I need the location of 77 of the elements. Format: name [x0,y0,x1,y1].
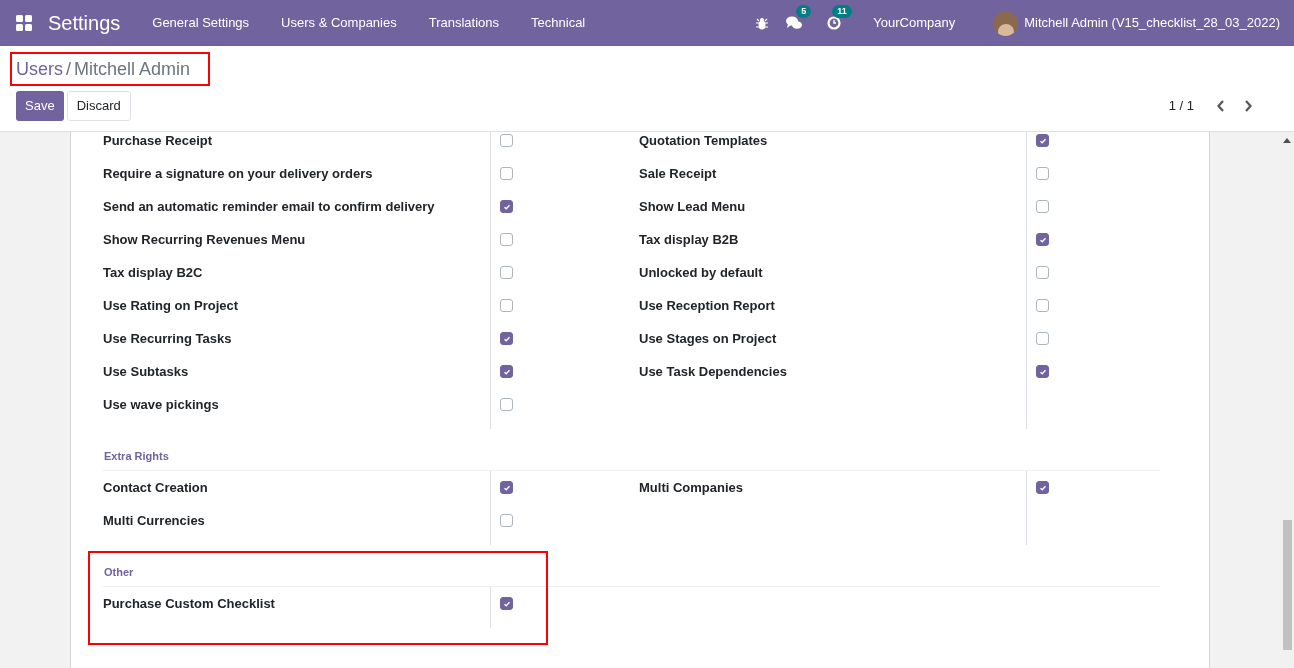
field-label: Purchase Custom Checklist [103,594,275,613]
checkbox[interactable] [1036,266,1049,279]
app-title[interactable]: Settings [48,8,121,38]
checkbox[interactable] [500,365,513,378]
checkmark-icon [502,202,511,211]
checkbox[interactable] [500,398,513,411]
checkbox[interactable] [500,266,513,279]
field-label: Tax display B2B [639,230,739,249]
discard-button[interactable]: Discard [66,91,131,121]
field-label: Use Recurring Tasks [103,329,232,348]
field-label: Send an automatic reminder email to confirm delivery [103,197,435,216]
field-label: Contact Creation [103,478,208,497]
previous-icon[interactable] [1216,99,1226,113]
clock-icon[interactable] [827,16,842,30]
checkmark-icon [1038,136,1047,145]
field-label: Unlocked by default [639,263,763,282]
pager-value: 1 / 1 [1168,97,1194,116]
bug-icon[interactable] [756,16,769,30]
checkmark-icon [1038,367,1047,376]
checkmark-icon [502,599,511,608]
checkbox[interactable] [500,514,513,527]
menu-item[interactable]: Translations [412,13,516,33]
field-label: Show Recurring Revenues Menu [103,230,306,249]
checkbox[interactable] [1036,365,1049,378]
user-avatar[interactable] [993,10,1019,36]
field-label: Show Lead Menu [639,197,746,216]
checkbox[interactable] [500,134,513,147]
checkbox[interactable] [1036,200,1049,213]
activity-count-badge: 11 [832,5,852,18]
checkmark-icon [502,367,511,376]
checkbox[interactable] [1036,233,1049,246]
breadcrumb-link[interactable]: Users [16,55,63,83]
section-title: Other [104,566,134,578]
checkbox[interactable] [500,481,513,494]
field-label: Use wave pickings [103,395,219,414]
chat-icon[interactable] [786,16,803,30]
checkbox[interactable] [500,299,513,312]
field-label: Use Reception Report [639,296,775,315]
field-label: Purchase Receipt [103,132,213,150]
checkbox[interactable] [1036,481,1049,494]
field-label: Use Task Dependencies [639,362,787,381]
field-label: Use Subtasks [103,362,189,381]
menu-item[interactable]: Users & Companies [265,13,413,33]
field-label: Multi Companies [639,478,743,497]
checkmark-icon [1038,235,1047,244]
checkbox[interactable] [1036,167,1049,180]
menu-item[interactable]: General Settings [136,13,266,33]
apps-menu-icon[interactable] [16,15,32,31]
checkbox[interactable] [1036,134,1049,147]
field-label: Sale Receipt [639,164,717,183]
checkbox[interactable] [1036,299,1049,312]
field-label: Tax display B2C [103,263,203,282]
checkbox[interactable] [500,167,513,180]
checkmark-icon [502,334,511,343]
checkmark-icon [502,483,511,492]
menu-item[interactable]: Technical [515,13,602,33]
checkbox[interactable] [500,597,513,610]
checkbox[interactable] [1036,332,1049,345]
checkmark-icon [1038,483,1047,492]
save-button[interactable]: Save [16,91,64,121]
checkbox[interactable] [500,332,513,345]
scroll-up-icon[interactable] [1283,138,1291,143]
section-title: Extra Rights [104,450,169,462]
field-label: Use Rating on Project [103,296,239,315]
field-label: Require a signature on your delivery orders [103,164,373,183]
next-icon[interactable] [1243,99,1253,113]
checkbox[interactable] [500,233,513,246]
field-label: Use Stages on Project [639,329,777,348]
checkbox[interactable] [500,200,513,213]
field-label: Multi Currencies [103,511,205,530]
user-menu[interactable]: Mitchell Admin (V15_checklist_28_03_2022) [1024,13,1280,33]
breadcrumb-separator: / [66,57,72,81]
company-switcher[interactable]: YourCompany [873,13,956,33]
field-label: Quotation Templates [639,132,768,150]
message-count-badge: 5 [796,5,812,18]
breadcrumb-current: Mitchell Admin [74,57,191,81]
scrollbar-thumb[interactable] [1282,520,1292,650]
